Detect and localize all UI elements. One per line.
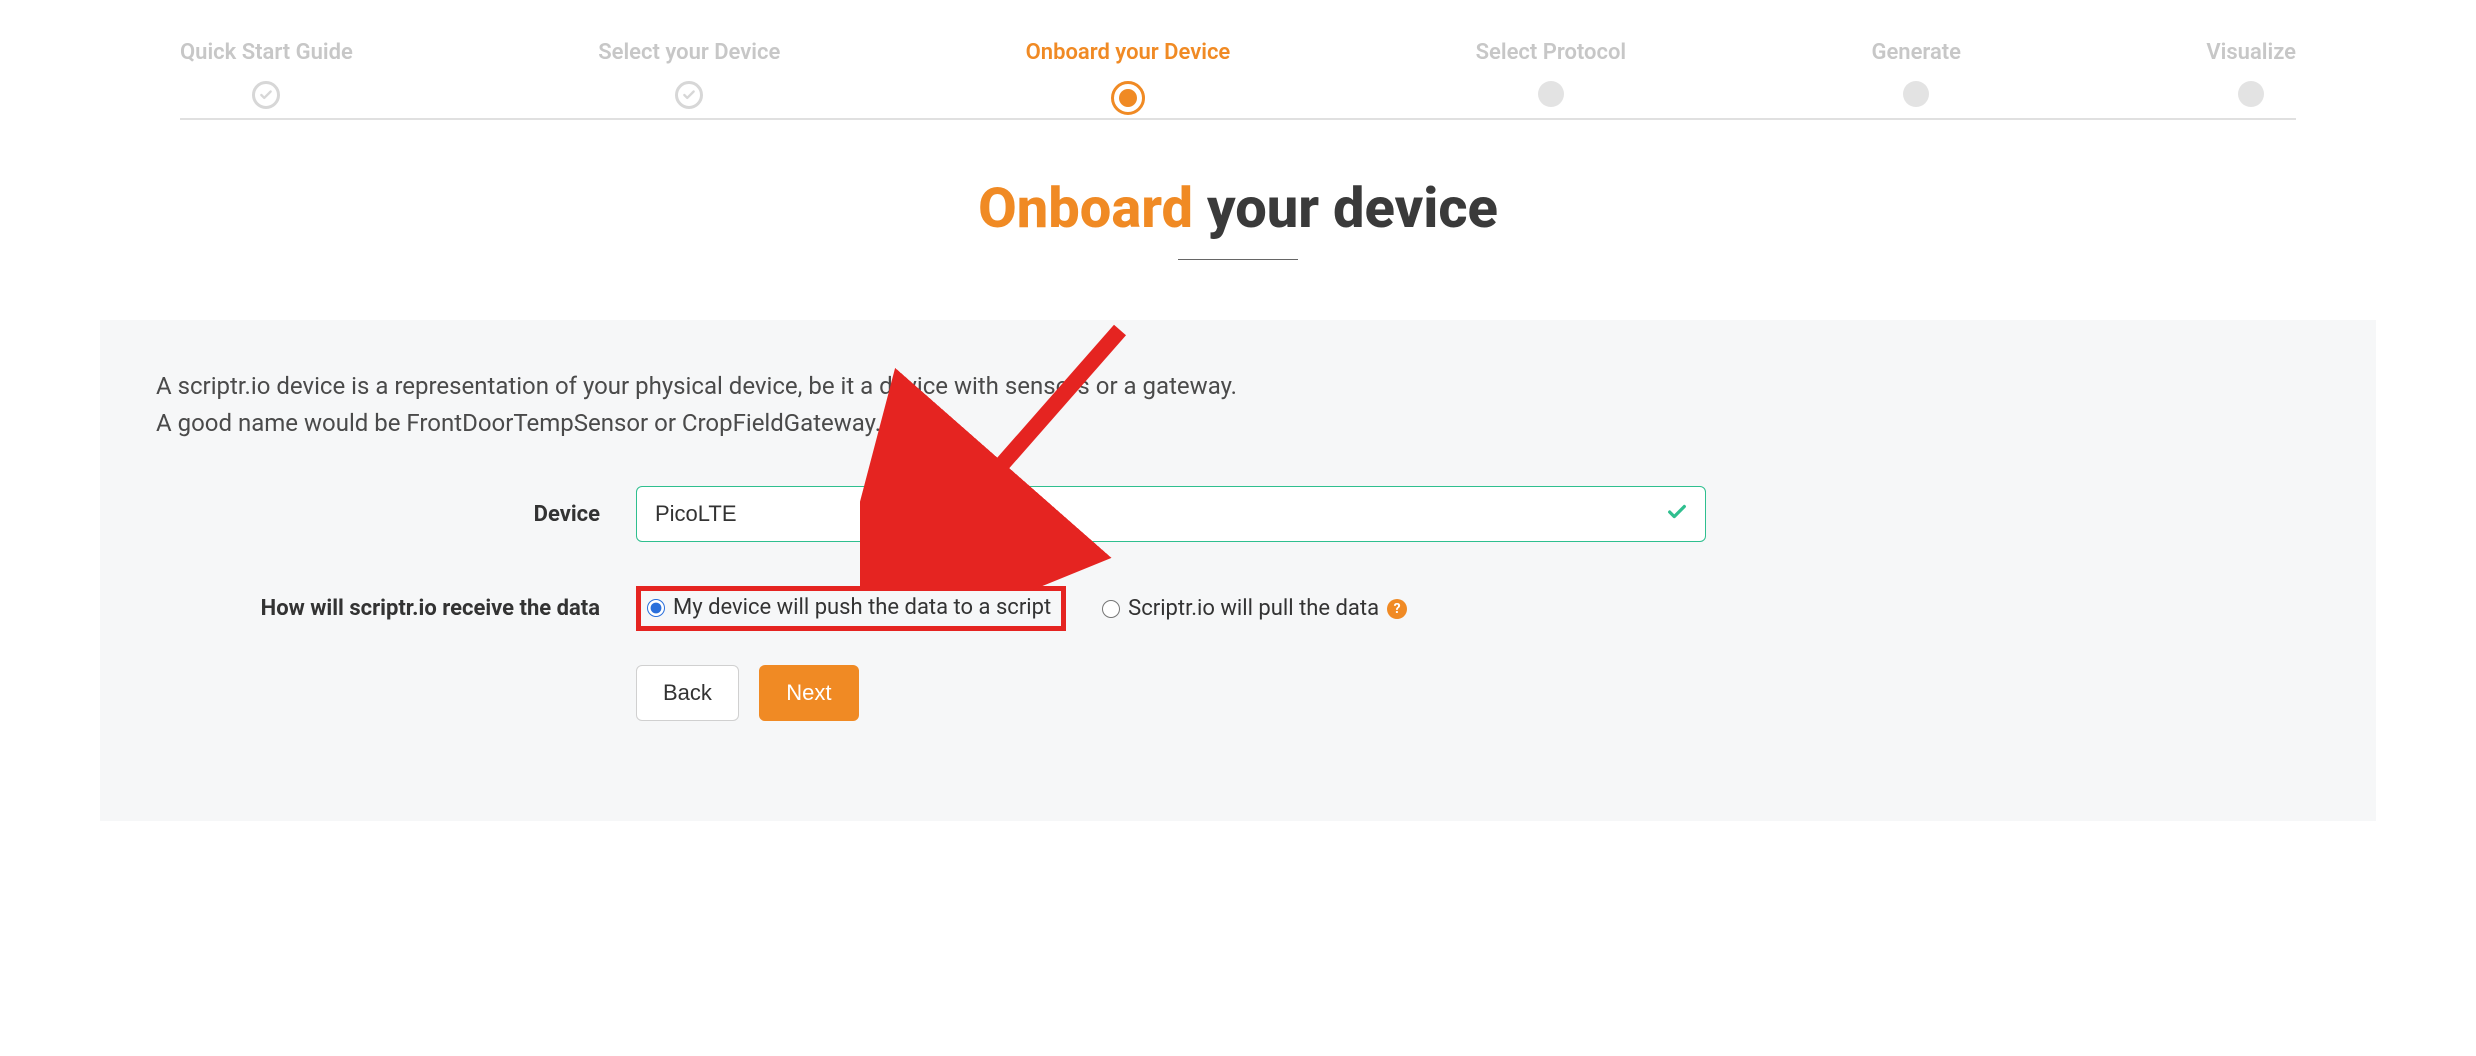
device-label: Device [156, 502, 636, 527]
radio-push-input[interactable] [647, 599, 665, 617]
panel-description: A scriptr.io device is a representation … [156, 368, 2320, 442]
panel-desc-line2: A good name would be FrontDoorTempSensor… [156, 409, 881, 437]
step-quick-start[interactable]: Quick Start Guide [180, 40, 353, 109]
step-circle-future [1903, 81, 1929, 107]
device-input[interactable] [636, 486, 1706, 542]
help-icon[interactable]: ? [1387, 599, 1407, 619]
receive-label: How will scriptr.io receive the data [156, 596, 636, 621]
device-input-wrap [636, 486, 1706, 542]
page-title: Onboard your device [60, 175, 2416, 241]
step-circle-completed [675, 81, 703, 109]
arrow-annotation-icon [860, 310, 1180, 590]
form-row-buttons: Back Next [156, 665, 2320, 721]
form-panel: A scriptr.io device is a representation … [100, 320, 2376, 821]
step-select-protocol[interactable]: Select Protocol [1476, 40, 1627, 107]
page-title-accent: Onboard [978, 175, 1193, 241]
receive-radio-group: My device will push the data to a script… [636, 586, 1706, 631]
radio-pull-option[interactable]: Scriptr.io will pull the data ? [1094, 590, 1415, 627]
step-label: Generate [1871, 40, 1961, 65]
check-icon [682, 88, 696, 102]
step-label: Select your Device [598, 40, 780, 65]
step-circle-future [2238, 81, 2264, 107]
radio-pull-input[interactable] [1102, 600, 1120, 618]
radio-push-label: My device will push the data to a script [673, 595, 1051, 620]
radio-pull-label: Scriptr.io will pull the data [1128, 596, 1379, 621]
page-title-rest: your device [1207, 175, 1498, 241]
step-generate[interactable]: Generate [1871, 40, 1961, 107]
title-underline [1178, 259, 1298, 260]
step-label: Select Protocol [1476, 40, 1627, 65]
next-button[interactable]: Next [759, 665, 859, 721]
step-circle-future [1538, 81, 1564, 107]
check-icon [259, 88, 273, 102]
step-label: Quick Start Guide [180, 40, 353, 65]
panel-desc-line1: A scriptr.io device is a representation … [156, 372, 1237, 400]
form-row-device: Device [156, 486, 2320, 542]
step-onboard-device[interactable]: Onboard your Device [1026, 40, 1231, 115]
step-label: Onboard your Device [1026, 40, 1231, 65]
step-circle-active [1111, 81, 1145, 115]
step-circle-completed [252, 81, 280, 109]
step-visualize[interactable]: Visualize [2206, 40, 2296, 107]
step-label: Visualize [2206, 40, 2296, 65]
form-row-receive: How will scriptr.io receive the data My … [156, 586, 2320, 631]
buttons-wrap: Back Next [636, 665, 1706, 721]
step-select-device[interactable]: Select your Device [598, 40, 780, 109]
stepper-line [180, 118, 2296, 120]
wizard-stepper: Quick Start Guide Select your Device Onb… [180, 40, 2296, 115]
back-button[interactable]: Back [636, 665, 739, 721]
radio-push-option[interactable]: My device will push the data to a script [636, 586, 1066, 631]
